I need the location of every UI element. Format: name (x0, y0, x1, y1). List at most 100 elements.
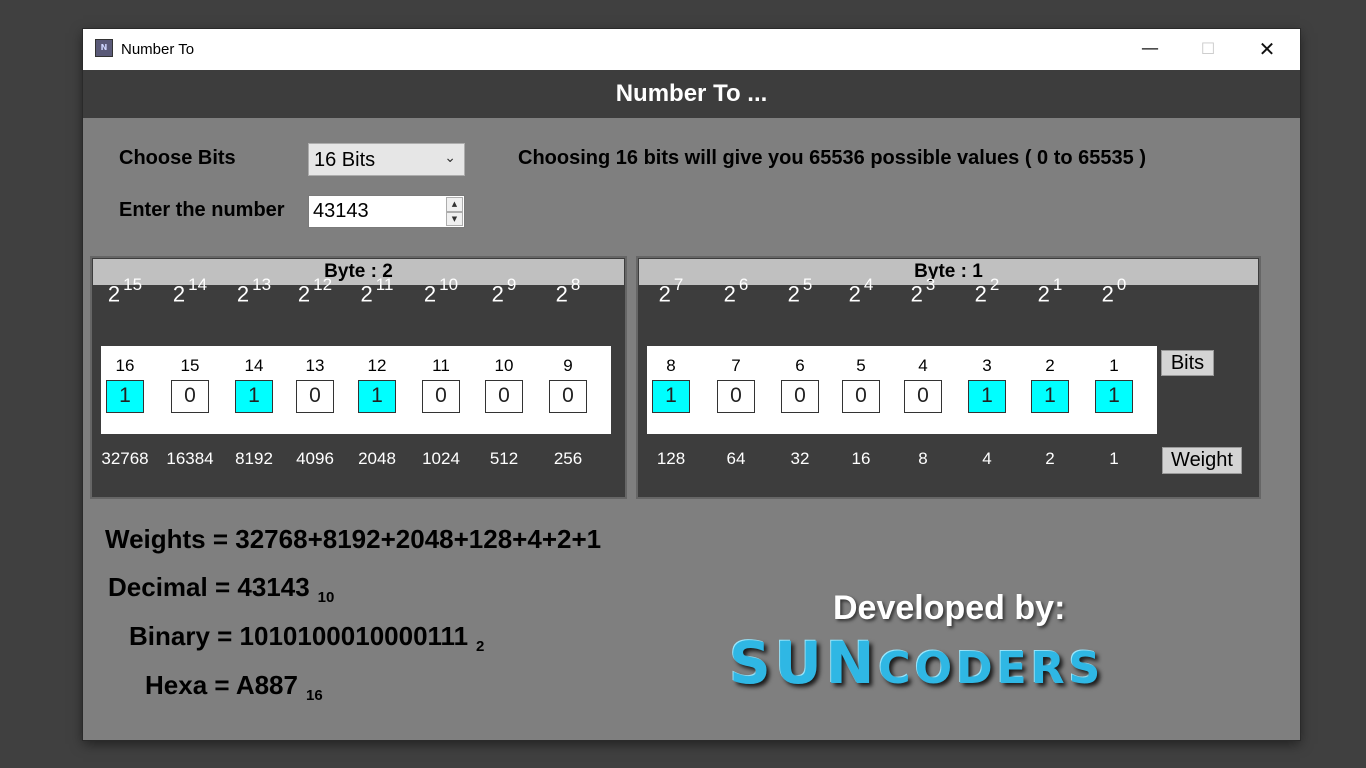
power-base: 2 (787, 281, 800, 307)
byte-1-power-7: 20 (1084, 275, 1144, 307)
bit-weight: 1 (1109, 449, 1119, 468)
choose-bits-label: Choose Bits (119, 147, 236, 169)
bit-weight: 1024 (422, 449, 460, 468)
byte-1-panel: Byte : 1 Bits Weight 2 7 8 1 128 2 6 7 0 64 2 5 6 0 32… (636, 256, 1261, 499)
power-base: 2 (297, 281, 311, 307)
bit-index: 11 (432, 356, 450, 375)
bit-index: 3 (982, 356, 992, 375)
bit-index: 10 (494, 356, 514, 375)
bit-toggle[interactable]: 1 (106, 380, 144, 413)
close-button[interactable]: ✕ (1238, 29, 1296, 70)
bit-index: 5 (856, 356, 866, 375)
bit-toggle[interactable]: 1 (1095, 380, 1133, 413)
bit-toggle[interactable]: 1 (652, 380, 690, 413)
power-exponent: 10 (439, 275, 459, 294)
byte-2-power-4: 2 11 (347, 275, 407, 307)
power-exponent: 13 (252, 275, 272, 294)
power-base: 2 (423, 281, 437, 307)
bit-weight: 8192 (235, 449, 273, 468)
byte-1-power-1: 26 (706, 275, 766, 307)
power-base: 2 (910, 281, 923, 307)
bit-toggle[interactable]: 0 (549, 380, 587, 413)
power-exponent: 0 (1116, 275, 1127, 294)
hexa-result: Hexa = A887 16 (145, 670, 323, 704)
power-base: 2 (360, 281, 373, 307)
bit-index: 2 (1045, 356, 1055, 375)
power-exponent: 8 (570, 275, 581, 294)
byte-2-power-3: 2 12 (285, 275, 345, 307)
power-base: 2 (107, 281, 121, 307)
byte-1-power-6: 21 (1020, 275, 1080, 307)
bit-index: 14 (244, 356, 264, 375)
hexa-base: 16 (305, 687, 323, 704)
power-exponent: 1 (1052, 275, 1063, 294)
suncoders-logo: SUNCODERS (729, 629, 1104, 697)
bit-toggle[interactable]: 0 (422, 380, 460, 413)
bit-toggle[interactable]: 0 (781, 380, 819, 413)
bit-toggle[interactable]: 0 (296, 380, 334, 413)
bit-index: 4 (918, 356, 928, 375)
bit-toggle[interactable]: 1 (235, 380, 273, 413)
binary-value: Binary = 1010100010000111 (129, 621, 469, 651)
bit-index: 6 (795, 356, 805, 375)
bit-weight: 4096 (296, 449, 334, 468)
byte-2-panel: Byte : 2 2 15 16 1 32768 2 14 15 0 16384 2 13 14 1 819… (90, 256, 627, 499)
number-spinbox[interactable]: 43143 ▲ ▼ (308, 195, 465, 228)
bit-index: 8 (666, 356, 676, 375)
app-icon: N (95, 39, 113, 57)
number-input-value: 43143 (313, 200, 369, 222)
spin-up-icon[interactable]: ▲ (446, 197, 463, 212)
bit-weight: 16 (851, 449, 871, 468)
power-base: 2 (1101, 281, 1114, 307)
power-exponent: 4 (863, 275, 874, 294)
bit-weight: 32768 (101, 449, 149, 468)
power-base: 2 (236, 281, 250, 307)
byte-1-power-0: 27 (641, 275, 701, 307)
bit-toggle[interactable]: 0 (717, 380, 755, 413)
hexa-value: Hexa = A887 (145, 670, 298, 700)
bit-weight: 32 (790, 449, 810, 468)
byte-1-power-2: 25 (770, 275, 830, 307)
byte-1-power-3: 24 (831, 275, 891, 307)
bit-weight: 64 (726, 449, 746, 468)
weight-label-button[interactable]: Weight (1162, 447, 1242, 474)
bit-index: 7 (731, 356, 741, 375)
bit-toggle[interactable]: 0 (171, 380, 209, 413)
bit-toggle[interactable]: 0 (842, 380, 880, 413)
bit-weight: 512 (489, 449, 519, 468)
power-base: 2 (723, 281, 736, 307)
byte-2-power-6: 29 (474, 275, 534, 307)
byte-2-power-5: 2 10 (411, 275, 471, 307)
power-exponent: 3 (925, 275, 936, 294)
weights-result: Weights = 32768+8192+2048+128+4+2+1 (105, 524, 602, 554)
bits-info-text: Choosing 16 bits will give you 65536 pos… (518, 147, 1146, 169)
decimal-value: Decimal = 43143 (108, 572, 310, 602)
binary-result: Binary = 1010100010000111 2 (129, 621, 485, 655)
bit-index: 15 (180, 356, 200, 375)
power-exponent: 7 (673, 275, 684, 294)
bit-weight: 16384 (166, 449, 214, 468)
bit-toggle[interactable]: 1 (1031, 380, 1069, 413)
bit-toggle[interactable]: 1 (968, 380, 1006, 413)
maximize-button[interactable]: ☐ (1179, 29, 1237, 70)
spin-down-icon[interactable]: ▼ (446, 211, 463, 226)
bit-index: 12 (367, 356, 387, 375)
enter-number-label: Enter the number (119, 199, 285, 221)
power-exponent: 11 (375, 275, 394, 294)
minimize-button[interactable]: — (1121, 29, 1179, 70)
bit-weight: 128 (656, 449, 686, 468)
bit-toggle[interactable]: 1 (358, 380, 396, 413)
power-exponent: 15 (123, 275, 143, 294)
decimal-base: 10 (317, 589, 335, 606)
byte-2-power-2: 2 13 (224, 275, 284, 307)
binary-base: 2 (476, 638, 485, 655)
bit-toggle[interactable]: 0 (485, 380, 523, 413)
decimal-result: Decimal = 43143 10 (108, 572, 335, 606)
power-base: 2 (974, 281, 987, 307)
chevron-down-icon: ⌄ (444, 150, 456, 166)
bit-weight: 4 (982, 449, 992, 468)
bits-dropdown[interactable]: 16 Bits ⌄ (308, 143, 465, 176)
bits-label-button[interactable]: Bits (1161, 350, 1214, 376)
bit-toggle[interactable]: 0 (904, 380, 942, 413)
power-exponent: 14 (188, 275, 208, 294)
